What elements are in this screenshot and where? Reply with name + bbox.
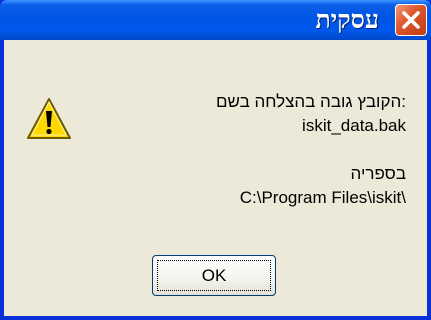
dialog-body: :הקובץ גובה בהצלחה בשם iskit_data.bak בס…	[4, 40, 427, 316]
message-dialog-window: עסקית :הקובץ גובה בהצלחה בשם iskit_data.…	[0, 0, 431, 320]
message-spacer	[96, 138, 406, 162]
ok-button-label: OK	[201, 266, 227, 285]
close-button[interactable]	[395, 4, 427, 36]
message-line-folder-path: C:\Program Files\iskit\	[239, 188, 406, 207]
message-line-folder-label: בספריה	[350, 164, 406, 183]
warning-triangle-icon	[27, 98, 71, 139]
close-x-icon	[402, 11, 420, 29]
ok-button[interactable]: OK	[152, 255, 276, 296]
message-line-filename: iskit_data.bak	[302, 116, 406, 135]
title-bar[interactable]: עסקית	[0, 0, 431, 40]
message-line-backup-success: :הקובץ גובה בהצלחה בשם	[216, 92, 406, 111]
window-title: עסקית	[315, 5, 379, 34]
dialog-message: :הקובץ גובה בהצלחה בשם iskit_data.bak בס…	[96, 90, 406, 210]
